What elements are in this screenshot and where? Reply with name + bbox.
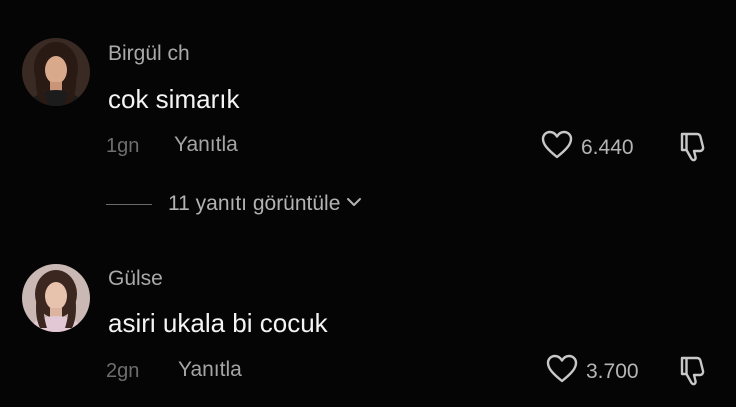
comment-username[interactable]: Gülse — [108, 267, 163, 291]
dislike-button[interactable] — [678, 354, 708, 391]
comment-text: cok simarık — [108, 84, 240, 114]
view-replies-button[interactable]: 11 yanıtı görüntüle — [106, 192, 362, 216]
like-count: 6.440 — [581, 135, 634, 159]
comment-timestamp: 2gn — [106, 360, 140, 382]
thumbs-down-icon — [678, 356, 708, 390]
view-replies-label: 11 yanıtı görüntüle — [168, 192, 341, 215]
comment-item: Gülse asiri ukala bi cocuk 2gn Yanıtla 3… — [0, 240, 736, 407]
reply-button[interactable]: Yanıtla — [178, 358, 242, 382]
divider-line — [106, 203, 152, 205]
heart-outline-icon — [541, 130, 573, 165]
avatar[interactable] — [22, 38, 90, 106]
like-count: 3.700 — [586, 359, 639, 383]
heart-outline-icon — [546, 354, 578, 389]
avatar[interactable] — [22, 264, 90, 332]
thumbs-down-icon — [678, 132, 708, 166]
comment-item: Birgül ch cok simarık 1gn Yanıtla 6.440 — [0, 0, 736, 190]
dislike-button[interactable] — [678, 130, 708, 167]
like-button[interactable]: 3.700 — [546, 354, 639, 389]
reply-button[interactable]: Yanıtla — [174, 133, 238, 157]
chevron-down-icon — [346, 195, 362, 213]
comment-text: asiri ukala bi cocuk — [108, 308, 328, 338]
like-button[interactable]: 6.440 — [541, 130, 634, 165]
comment-timestamp: 1gn — [106, 135, 140, 157]
comment-username[interactable]: Birgül ch — [108, 42, 190, 66]
